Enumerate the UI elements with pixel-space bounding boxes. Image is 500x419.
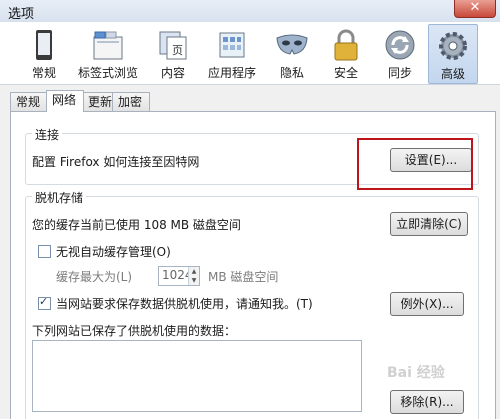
spinner-arrows-icon[interactable]: ▲ ▼ xyxy=(188,267,199,285)
pane-advanced[interactable]: 高级 xyxy=(428,24,478,84)
pane-sync[interactable]: 同步 xyxy=(378,24,422,82)
notify-offline-label: 当网站要求保存数据供脱机使用，请通知我。(T) xyxy=(56,297,313,311)
pane-label: 高级 xyxy=(440,67,465,81)
remove-button[interactable]: 移除(R)... xyxy=(390,390,464,414)
offline-legend: 脱机存储 xyxy=(32,189,87,206)
pane-label: 应用程序 xyxy=(207,66,256,80)
options-window: 选项 ✕ 常规 标签式浏览 页 内容 应用程序 隐私 安全 同步 高级 常规 网… xyxy=(0,0,500,419)
content-icon: 页 xyxy=(159,31,187,60)
red-highlight-box xyxy=(357,138,473,190)
title-bar: 选项 ✕ xyxy=(0,0,500,23)
privacy-mask-icon xyxy=(276,34,308,55)
pane-label: 同步 xyxy=(387,66,412,80)
baidu-watermark: Bai 经验 xyxy=(387,365,445,381)
connection-description: 配置 Firefox 如何连接至因特网 xyxy=(32,155,200,169)
close-icon: ✕ xyxy=(469,0,481,15)
applications-icon xyxy=(219,32,245,58)
pane-privacy[interactable]: 隐私 xyxy=(270,24,314,82)
security-lock-icon xyxy=(334,29,358,61)
notify-offline-checkbox[interactable] xyxy=(38,295,51,310)
content-page-glyph: 页 xyxy=(172,44,183,57)
advanced-gear-icon xyxy=(439,32,467,60)
cache-limit-label: 缓存最大为(L) xyxy=(56,270,133,284)
pane-tabs[interactable]: 标签式浏览 xyxy=(72,24,144,82)
close-button[interactable]: ✕ xyxy=(454,0,496,18)
exceptions-button[interactable]: 例外(X)... xyxy=(390,292,464,316)
cache-limit-spinner[interactable]: 1024 ▲ ▼ xyxy=(158,266,200,286)
override-cache-label: 无视自动缓存管理(O) xyxy=(56,245,171,259)
override-cache-checkbox[interactable] xyxy=(38,245,51,258)
offline-sites-list[interactable] xyxy=(32,340,362,412)
tab-encryption[interactable]: 加密 xyxy=(112,92,150,111)
pane-toolbar: 常规 标签式浏览 页 内容 应用程序 隐私 安全 同步 高级 xyxy=(0,22,500,85)
connection-legend: 连接 xyxy=(32,126,63,143)
tab-general[interactable]: 常规 xyxy=(10,92,48,111)
network-panel: 连接 配置 Firefox 如何连接至因特网 设置(E)... 脱机存储 您的缓… xyxy=(10,111,496,419)
cache-limit-unit: MB 磁盘空间 xyxy=(208,270,279,284)
pane-security[interactable]: 安全 xyxy=(324,24,368,82)
tab-network[interactable]: 网络 xyxy=(46,90,84,112)
pane-applications[interactable]: 应用程序 xyxy=(203,24,261,82)
pane-label: 常规 xyxy=(31,66,56,80)
window-title: 选项 xyxy=(8,7,35,22)
general-icon xyxy=(36,30,52,60)
pane-label: 安全 xyxy=(333,66,358,80)
cache-usage-text: 您的缓存当前已使用 108 MB 磁盘空间 xyxy=(32,218,241,232)
pane-label: 标签式浏览 xyxy=(77,66,138,80)
pane-label: 隐私 xyxy=(279,66,304,80)
offline-storage-group: 脱机存储 您的缓存当前已使用 108 MB 磁盘空间 立即清除(C) 无视自动缓… xyxy=(25,189,479,419)
sync-icon xyxy=(385,30,415,60)
pane-label: 内容 xyxy=(160,66,185,80)
pane-content[interactable]: 页 内容 xyxy=(153,24,193,82)
tabs-icon xyxy=(93,31,123,60)
clear-now-button[interactable]: 立即清除(C) xyxy=(390,212,468,236)
pane-general[interactable]: 常规 xyxy=(22,24,66,82)
offline-sites-label: 下列网站已保存了供脱机使用的数据： xyxy=(32,324,237,338)
